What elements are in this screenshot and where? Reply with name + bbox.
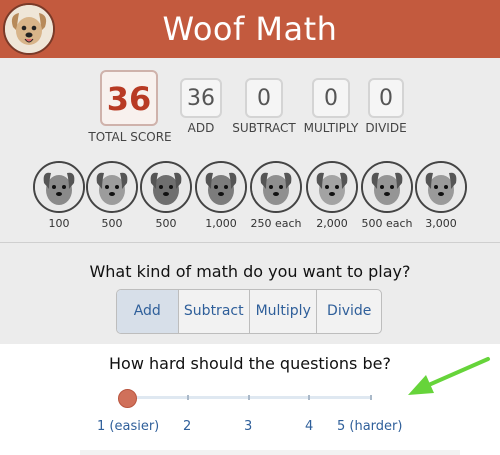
add-score-label: ADD — [187, 121, 215, 135]
divide-score-value: 0 — [368, 78, 404, 118]
cat-icon — [361, 161, 413, 213]
divider — [0, 242, 500, 243]
difficulty-slider-thumb[interactable] — [118, 389, 137, 408]
op-add-button[interactable]: Add — [117, 290, 179, 333]
operation-selector: Add Subtract Multiply Divide — [116, 289, 382, 334]
trophy-dog-icon — [415, 161, 467, 213]
subtract-score-value: 0 — [245, 78, 283, 118]
bernese-dog-icon — [33, 161, 85, 213]
divide-score-label: DIVIDE — [365, 121, 407, 135]
difficulty-label-3: 3 — [244, 419, 253, 434]
slider-tick — [370, 395, 372, 400]
add-score-value: 36 — [180, 78, 222, 118]
boxer-dog-icon — [195, 161, 247, 213]
op-subtract-button[interactable]: Subtract — [179, 290, 250, 333]
retriever-dog-icon — [306, 161, 358, 213]
badge-label: 3,000 — [425, 217, 457, 230]
slider-tick — [248, 395, 250, 400]
difficulty-label-5: 5 (harder) — [337, 419, 403, 434]
op-divide-button[interactable]: Divide — [317, 290, 381, 333]
husky-dog-icon — [250, 161, 302, 213]
op-multiply-button[interactable]: Multiply — [250, 290, 318, 333]
slider-tick — [187, 395, 189, 400]
footer-strip — [80, 450, 460, 455]
difficulty-label-1: 1 (easier) — [97, 419, 160, 434]
green-arrow-icon — [402, 355, 492, 404]
chihuahua-dog-icon — [86, 161, 138, 213]
app-title: Woof Math — [162, 10, 338, 48]
doodle-dog-icon — [140, 161, 192, 213]
multiply-score-value: 0 — [312, 78, 350, 118]
math-type-question: What kind of math do you want to play? — [89, 262, 411, 281]
difficulty-label-2: 2 — [183, 419, 192, 434]
slider-tick — [308, 395, 310, 400]
total-score-value: 36 — [100, 70, 158, 126]
difficulty-label-4: 4 — [305, 419, 314, 434]
subtract-score-label: SUBTRACT — [232, 121, 296, 135]
total-score-label: TOTAL SCORE — [88, 130, 172, 144]
